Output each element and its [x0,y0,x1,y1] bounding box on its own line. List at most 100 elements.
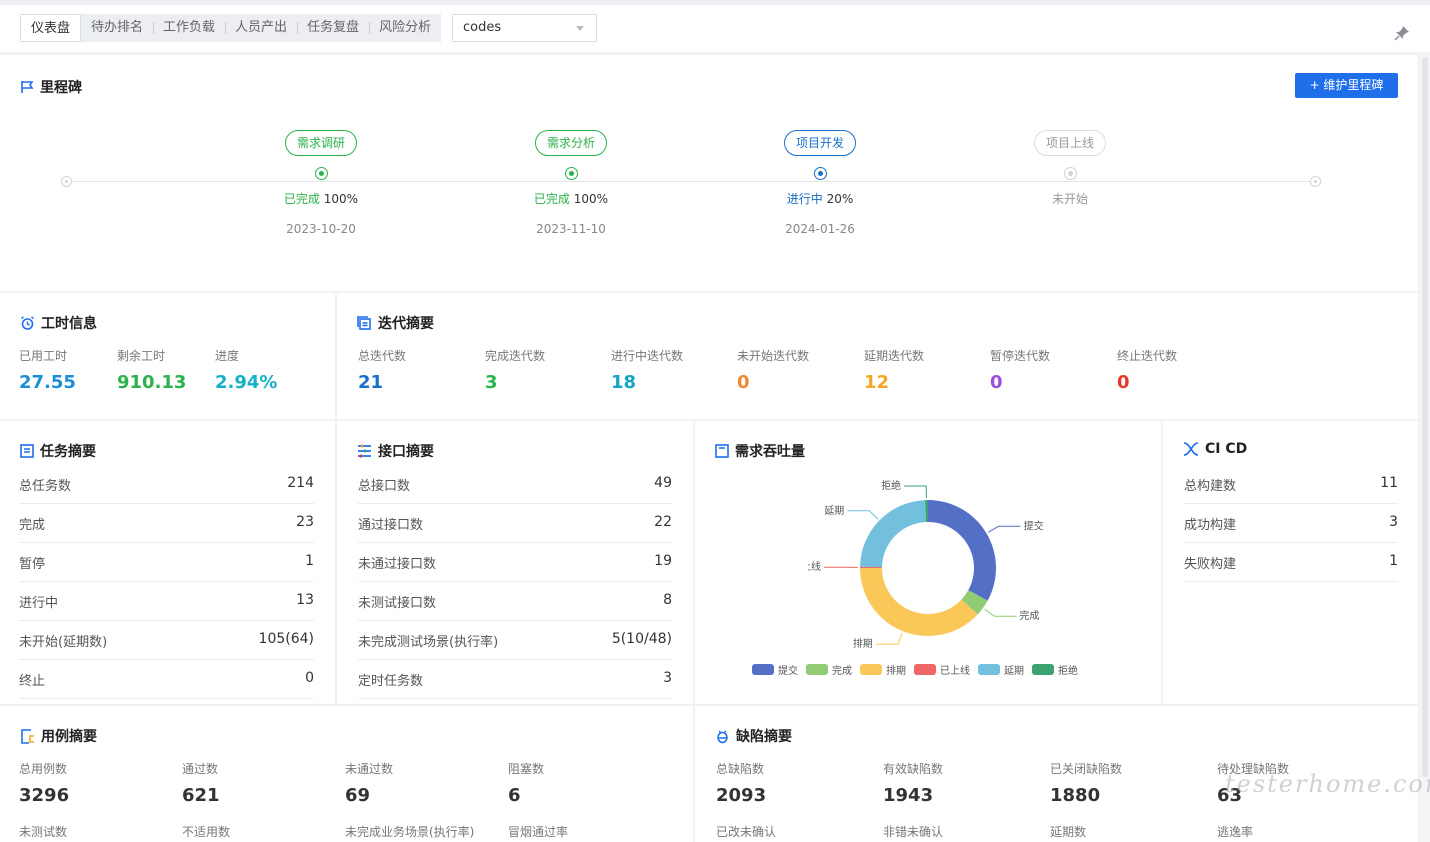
milestone-title: 里程碑 [20,77,82,97]
legend-item[interactable]: 完成 [806,662,852,677]
milestone-item[interactable]: 需求分析 已完成 100% 2023-11-10 [471,130,671,236]
stat-value: 0 [737,372,750,393]
legend-swatch [1032,664,1054,675]
stat-active-iterations: 进行中迭代数 18 [611,347,683,393]
stat-value: 621 [182,785,220,806]
stat-label: 完成迭代数 [485,349,546,363]
stat-label: 未开始迭代数 [737,349,810,363]
milestone-name: 项目开发 [783,130,856,156]
slice-label: 提交 [1024,519,1044,532]
slice-label: 拒绝 [881,480,901,492]
api-list-icon [358,444,371,458]
defect-title-text: 缺陷摘要 [736,729,792,745]
task-row: 暂停 1 [19,543,314,582]
milestone-node [565,167,578,180]
stat-label: 总迭代数 [358,349,407,363]
stat-blocked-cases: 阻塞数 6 [508,760,544,806]
cicd-icon [1183,442,1199,456]
task-row: 完成 23 [19,504,314,543]
stat-label: 总缺陷数 [716,762,765,776]
stat-value: 21 [358,372,384,393]
milestone-item[interactable]: 项目上线 未开始 [970,130,1170,206]
scrollbar-thumb[interactable] [1422,57,1428,777]
milestone-status: 进行中 20% [786,192,854,206]
timeline-start-dot [61,176,72,187]
cicd-row: 成功构建 3 [1184,504,1398,543]
stat-label: 进度 [215,349,240,363]
tab-member-output[interactable]: 人员产出 [225,14,297,42]
stat-label-untested: 未测试数 [19,825,68,839]
milestone-item[interactable]: 项目开发 进行中 20% 2024-01-26 [720,130,920,236]
stat-label: 剩余工时 [117,349,166,363]
legend-label: 拒绝 [1058,666,1078,677]
donut-slice[interactable] [860,500,926,568]
tab-workload[interactable]: 工作负载 [153,14,225,42]
stat-label: 已关闭缺陷数 [1050,762,1123,776]
alarm-clock-icon [21,315,34,330]
timeline-end-dot [1310,176,1321,187]
milestone-name: 项目上线 [1033,130,1106,156]
milestone-name: 需求调研 [284,130,357,156]
stat-value: 1880 [1050,785,1101,806]
chart-box-icon [715,444,729,458]
task-row: 未开始(延期数) 105(64) [19,621,314,660]
tab-todo-ranking[interactable]: 待办排名 [81,14,153,42]
task-panel: 任务摘要 总任务数 214 完成 23 暂停 1 进行中 13 未开始(延期数) 105(… [0,421,335,704]
task-row: 终止 0 [19,660,314,699]
stat-label: 阻塞数 [508,762,545,776]
slice-label: 已上线 [808,560,821,573]
slice-label: 完成 [1019,609,1039,622]
flag-icon [21,81,34,93]
stat-value: 3296 [19,785,70,806]
stat-value: 69 [345,785,371,806]
milestone-date: 2023-10-20 [286,222,356,236]
page-scrollbar[interactable] [1420,55,1430,842]
legend-item[interactable]: 提交 [752,662,798,677]
pin-icon[interactable] [1394,25,1410,41]
tab-dashboard[interactable]: 仪表盘 [20,14,82,42]
slice-label-line [984,608,1017,617]
slice-label-line [987,525,1021,533]
milestone-node [315,167,328,180]
donut-slice[interactable] [860,568,978,636]
stat-terminated-iterations: 终止迭代数 0 [1117,347,1177,393]
tab-risk-analysis[interactable]: 风险分析 [369,14,441,42]
legend-item[interactable]: 延期 [978,662,1024,677]
iteration-title-text: 迭代摘要 [378,316,434,332]
chart-legend: 提交 完成 排期 已上线 延期 拒绝 [752,662,1086,677]
slice-label: 延期 [824,505,844,517]
task-row: 进行中 13 [19,582,314,621]
case-title-text: 用例摘要 [41,729,97,745]
slice-label: 排期 [853,637,873,650]
cicd-title-text: CI CD [1205,441,1248,457]
tab-task-review[interactable]: 任务复盘 [297,14,369,42]
stat-value: 1943 [883,785,934,806]
legend-item[interactable]: 排期 [860,662,906,677]
milestone-name: 需求分析 [534,130,607,156]
milestone-node [814,167,827,180]
defect-title: 缺陷摘要 [715,726,792,746]
project-select[interactable]: codes [452,14,597,42]
milestone-node [1064,167,1077,180]
stat-label-escape-rate: 逃逸率 [1217,825,1254,839]
worktime-panel: 工时信息 已用工时 27.55 剩余工时 910.13 进度 2.94% [0,293,335,419]
legend-item[interactable]: 拒绝 [1032,662,1078,677]
bug-icon [717,730,728,743]
demand-donut-chart: 提交完成排期 已上线 延期 拒绝 [808,480,1044,650]
milestone-item[interactable]: 需求调研 已完成 100% 2023-10-20 [221,130,421,236]
api-title-text: 接口摘要 [378,444,434,460]
maintain-milestone-button[interactable]: + 维护里程碑 [1295,73,1398,98]
api-row: 未通过接口数 19 [358,543,672,582]
cicd-row: 总构建数 11 [1184,465,1398,504]
legend-label: 已上线 [940,666,970,677]
stat-closed-defects: 已关闭缺陷数 1880 [1050,760,1122,806]
stat-value: 27.55 [19,372,76,393]
stat-label: 未通过数 [345,762,394,776]
legend-label: 延期 [1004,666,1024,677]
stat-value: 2.94% [215,372,278,393]
api-row: 定时任务数 3 [358,660,672,699]
donut-slice[interactable] [928,500,996,601]
milestone-panel: 里程碑 [0,55,1418,291]
stat-value: 910.13 [117,372,187,393]
legend-item[interactable]: 已上线 [914,662,970,677]
